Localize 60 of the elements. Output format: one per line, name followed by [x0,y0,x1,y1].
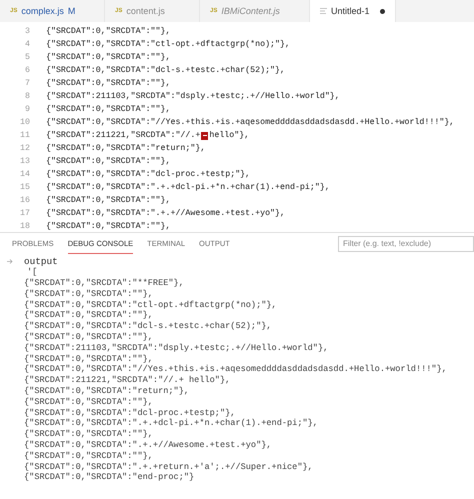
code-line: {"SRCDAT":0,"SRCDTA":"return;"}, [46,144,206,153]
code-line: {"SRCDAT":0,"SRCDTA":""}, [46,196,170,205]
editor-tab[interactable]: Untitled-1 [310,0,396,22]
code-line: {"SRCDAT":0,"SRCDTA":"//Yes.+this.+is.+aqesomeddddasddadsdasdd.+Hello.+world!!!"}, [46,118,454,127]
line-number: 13 [19,157,31,166]
console-line: {"SRCDAT":0,"SRCDTA":"//Yes.+this.+is.+aqesomeddddasddadsdasdd.+Hello.+world!!!"}, [24,364,447,374]
line-number: 10 [19,118,31,127]
code-line: {"SRCDAT":0,"SRCDTA":".+.+//Awesome.+test.+yo"}, [46,209,285,218]
console-line: {"SRCDAT":0,"SRCDTA":""}, [24,354,153,364]
code-line: {"SRCDAT":0,"SRCDTA":""}, [46,105,170,114]
console-line: {"SRCDAT":0,"SRCDTA":""}, [24,310,153,320]
line-number: 15 [19,183,31,192]
console-line: {"SRCDAT":211221,"SRCDTA":"//.+ hello"}, [24,375,230,386]
code-line: {"SRCDAT":0,"SRCDTA":"dcl-proc.+testp;"}, [46,170,250,179]
line-number: 17 [19,209,31,218]
file-lines-icon [320,7,327,15]
output-label: output [24,256,58,267]
console-line: {"SRCDAT":0,"SRCDTA":""}, [24,450,153,461]
console-line: {"SRCDAT":0,"SRCDTA":""}, [24,332,153,342]
line-number: 6 [24,66,31,75]
console-line: {"SRCDAT":0,"SRCDTA":""}, [24,429,153,440]
unsaved-dot-icon [380,8,385,14]
git-status-label: M [68,6,76,16]
line-number: 3 [24,27,31,36]
code-line: {"SRCDAT":0,"SRCDTA":"dcl-s.+testc.+char(52);"}, [46,66,285,75]
arrow-icon [7,259,13,264]
line-number: 4 [24,40,31,49]
console-line: '[ [27,267,38,278]
code-line: {"SRCDAT":0,"SRCDTA":""}, [46,53,170,62]
console-line: {"SRCDAT":0,"SRCDTA":"**FREE"}, [24,278,184,288]
code-line: {"SRCDAT":211103,"SRCDTA":"dsply.+testc;.+//Hello.+world"}, [46,92,340,101]
line-number: 12 [19,144,31,153]
line-number: 11 [19,131,31,140]
line-number: 16 [19,196,31,205]
console-line: {"SRCDAT":0,"SRCDTA":"end-proc;"} [24,472,194,482]
code-line: {"SRCDAT":0,"SRCDTA":".+.+dcl-pi.+*n.+char(1).+end-pi;"}, [46,183,330,192]
console-line: {"SRCDAT":0,"SRCDTA":".+.+return.+'a';.+//Super.+nice"}, [24,462,313,472]
code-line: {"SRCDAT":0,"SRCDTA":""}, [46,222,170,231]
code-line: {"SRCDAT":0,"SRCDTA":"ctl-opt.+dftactgrp(*no);"}, [46,40,290,49]
console-line: {"SRCDAT":0,"SRCDTA":"return;"}, [24,386,190,396]
console-line: {"SRCDAT":0,"SRCDTA":"ctl-opt.+dftactgrp(*no);"}, [24,300,277,310]
code-text: hello"}, [209,131,250,140]
line-number: 18 [19,222,31,231]
line-number: 7 [24,79,31,88]
code-text: {"SRCDAT":211221,"SRCDTA":"//.+ [46,131,200,140]
filter-field[interactable]: Filter (e.g. text, !exclude) [338,236,474,252]
console-line: {"SRCDAT":0,"SRCDTA":".+.+//Awesome.+test.+yo"}, [24,440,272,450]
console-line: {"SRCDAT":0,"SRCDTA":""}, [24,396,153,407]
line-number: 5 [24,53,31,62]
line-number: 8 [24,92,31,101]
line-number: 14 [19,170,31,179]
console-line: {"SRCDAT":211103,"SRCDTA":"dsply.+testc;.+//Hello.+world"}, [24,342,328,353]
line-number: 9 [24,105,31,114]
console-line: {"SRCDAT":0,"SRCDTA":".+.+dcl-pi.+*n.+char(1).+end-pi;"}, [24,418,318,428]
code-line: {"SRCDAT":0,"SRCDTA":""}, [46,79,170,88]
console-line: {"SRCDAT":0,"SRCDTA":"dcl-proc.+testp;"}, [24,408,236,418]
console-line: {"SRCDAT":0,"SRCDTA":"dcl-s.+testc.+char(52);"}, [24,321,272,332]
code-line: {"SRCDAT":0,"SRCDTA":""}, [46,27,170,36]
code-line: {"SRCDAT":0,"SRCDTA":""}, [46,157,170,166]
console-line: {"SRCDAT":0,"SRCDTA":""}, [24,288,153,299]
